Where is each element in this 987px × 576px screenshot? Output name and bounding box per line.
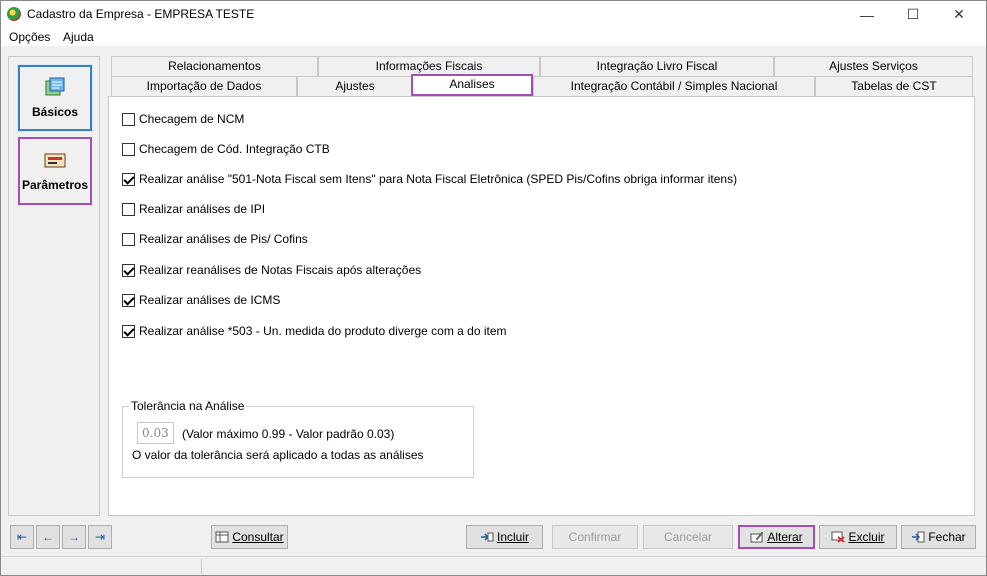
option-analises-ipi[interactable]: Realizar análises de IPI bbox=[122, 201, 265, 217]
add-record-icon bbox=[480, 532, 494, 542]
delete-record-icon bbox=[831, 531, 846, 543]
fechar-button[interactable]: Fechar bbox=[901, 525, 976, 549]
checkbox[interactable] bbox=[122, 172, 135, 186]
sidebar-item-label: Parâmetros bbox=[21, 178, 89, 192]
tab-row-2: Importação de Dados Ajustes Analises Int… bbox=[108, 74, 975, 96]
exit-door-icon bbox=[912, 531, 925, 543]
option-label: Realizar análises de IPI bbox=[139, 202, 266, 216]
parameters-icon bbox=[44, 153, 66, 168]
tab-importacao-de-dados[interactable]: Importação de Dados bbox=[111, 76, 297, 96]
option-label: Realizar análises de ICMS bbox=[139, 293, 281, 307]
status-bar bbox=[1, 556, 986, 575]
tolerance-group: Tolerância na Análise 0.03 (Valor máximo… bbox=[122, 399, 474, 478]
checkbox[interactable] bbox=[122, 232, 135, 246]
tolerance-hint: (Valor máximo 0.99 - Valor padrão 0.03) bbox=[182, 427, 395, 441]
checkbox[interactable] bbox=[122, 263, 135, 277]
option-checagem-ncm[interactable]: Checagem de NCM bbox=[122, 111, 244, 127]
option-label: Realizar análise *503 - Un. medida do pr… bbox=[139, 324, 507, 338]
checkbox[interactable] bbox=[122, 112, 135, 126]
action-bar: ⇤ ← → ⇥ Consultar Incluir Confirmar Canc… bbox=[1, 523, 986, 553]
tolerance-input[interactable]: 0.03 bbox=[137, 422, 174, 444]
option-label: Realizar análise "501-Nota Fiscal sem It… bbox=[139, 172, 738, 186]
option-label: Realizar análises de Pis/ Cofins bbox=[139, 232, 308, 246]
menu-opcoes[interactable]: Opções bbox=[9, 30, 50, 44]
app-icon bbox=[7, 7, 21, 21]
tab-integracao-contabil-simples-nacional[interactable]: Integração Contábil / Simples Nacional bbox=[533, 76, 815, 96]
checkbox[interactable] bbox=[122, 293, 135, 307]
basic-data-icon bbox=[45, 77, 65, 96]
incluir-button[interactable]: Incluir bbox=[466, 525, 543, 549]
status-separator bbox=[201, 559, 202, 574]
excluir-button[interactable]: Excluir bbox=[819, 525, 897, 549]
cancelar-label: Cancelar bbox=[663, 530, 713, 544]
last-record-button[interactable]: ⇥ bbox=[88, 525, 112, 549]
alterar-button[interactable]: Alterar bbox=[738, 525, 815, 549]
tab-tabelas-de-cst[interactable]: Tabelas de CST bbox=[815, 76, 973, 96]
table-icon bbox=[215, 531, 229, 543]
sidebar-item-basicos[interactable]: Básicos bbox=[17, 64, 93, 132]
tab-ajustes[interactable]: Ajustes bbox=[297, 76, 413, 96]
option-analise-503[interactable]: Realizar análise *503 - Un. medida do pr… bbox=[122, 323, 507, 339]
option-label: Checagem de Cód. Integração CTB bbox=[139, 142, 330, 156]
edit-record-icon bbox=[750, 531, 764, 543]
menu-bar: Opções Ajuda bbox=[1, 28, 986, 46]
title-bar: Cadastro da Empresa - EMPRESA TESTE — ☐ … bbox=[1, 1, 986, 28]
cancelar-button[interactable]: Cancelar bbox=[643, 525, 733, 549]
confirmar-label: Confirmar bbox=[568, 530, 622, 544]
tab-informacoes-fiscais[interactable]: Informações Fiscais bbox=[318, 56, 540, 76]
checkbox[interactable] bbox=[122, 202, 135, 216]
checkbox[interactable] bbox=[122, 324, 135, 338]
application-window: Cadastro da Empresa - EMPRESA TESTE — ☐ … bbox=[0, 0, 987, 576]
sidebar: Básicos Parâmetros bbox=[8, 56, 100, 516]
option-label: Realizar reanálises de Notas Fiscais apó… bbox=[139, 263, 422, 277]
tab-analises[interactable]: Analises bbox=[411, 74, 533, 96]
first-record-button[interactable]: ⇤ bbox=[10, 525, 34, 549]
incluir-label: Incluir bbox=[496, 530, 529, 544]
tab-integracao-livro-fiscal[interactable]: Integração Livro Fiscal bbox=[540, 56, 774, 76]
excluir-label: Excluir bbox=[848, 530, 885, 544]
consultar-label: Consultar bbox=[232, 530, 284, 544]
tab-relacionamentos[interactable]: Relacionamentos bbox=[111, 56, 318, 76]
checkbox[interactable] bbox=[122, 142, 135, 156]
option-analise-501[interactable]: Realizar análise "501-Nota Fiscal sem It… bbox=[122, 171, 737, 187]
tab-container: Relacionamentos Informações Fiscais Inte… bbox=[108, 56, 975, 516]
alterar-label: Alterar bbox=[767, 530, 803, 544]
minimize-button[interactable]: — bbox=[844, 1, 890, 28]
tab-row-1: Relacionamentos Informações Fiscais Inte… bbox=[108, 56, 975, 76]
option-reanalises-notas-fiscais[interactable]: Realizar reanálises de Notas Fiscais apó… bbox=[122, 262, 421, 278]
menu-ajuda[interactable]: Ajuda bbox=[63, 30, 94, 44]
sidebar-item-label: Básicos bbox=[31, 105, 79, 119]
option-checagem-cod-integracao-ctb[interactable]: Checagem de Cód. Integração CTB bbox=[122, 141, 330, 157]
tolerance-note: O valor da tolerância será aplicado a to… bbox=[132, 448, 424, 462]
tolerance-legend: Tolerância na Análise bbox=[129, 399, 247, 413]
next-record-button[interactable]: → bbox=[62, 525, 86, 549]
fechar-label: Fechar bbox=[928, 530, 966, 544]
tab-ajustes-servicos[interactable]: Ajustes Serviços bbox=[774, 56, 973, 76]
option-analises-pis-cofins[interactable]: Realizar análises de Pis/ Cofins bbox=[122, 231, 308, 247]
option-label: Checagem de NCM bbox=[139, 112, 245, 126]
confirmar-button[interactable]: Confirmar bbox=[552, 525, 638, 549]
window-title: Cadastro da Empresa - EMPRESA TESTE bbox=[27, 7, 255, 21]
sidebar-item-parametros[interactable]: Parâmetros bbox=[18, 137, 92, 205]
maximize-button[interactable]: ☐ bbox=[890, 1, 936, 28]
close-button[interactable]: ✕ bbox=[936, 1, 982, 28]
previous-record-button[interactable]: ← bbox=[36, 525, 60, 549]
option-analises-icms[interactable]: Realizar análises de ICMS bbox=[122, 292, 280, 308]
tab-page-analises: Checagem de NCM Checagem de Cód. Integra… bbox=[108, 96, 975, 516]
consultar-button[interactable]: Consultar bbox=[211, 525, 288, 549]
